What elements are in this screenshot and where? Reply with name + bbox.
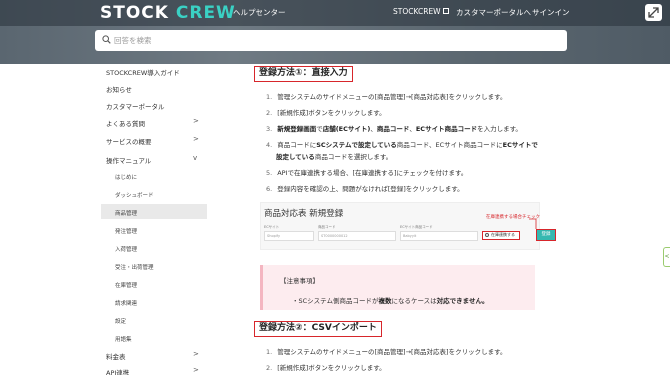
sidebar-subitem-inventory[interactable]: 在庫管理	[115, 281, 137, 289]
section-heading-direct-input: 登録方法①：直接入力	[254, 66, 353, 82]
sidebar-item-guide[interactable]: STOCKCREW導入ガイド	[106, 67, 180, 77]
logo[interactable]: STOCK CREW	[100, 3, 236, 23]
side-collapse-tab[interactable]: <	[663, 247, 670, 267]
sidebar-subitem-settings[interactable]: 設定	[115, 317, 126, 325]
screenshot-label-code: 商品コード	[318, 225, 336, 229]
step-3: 3. 新規登録画面で店舗(ECサイト)、商品コード、ECサイト商品コードを入力しま…	[266, 125, 522, 133]
sidebar-subitem-intro[interactable]: はじめに	[115, 173, 137, 181]
sidebar-item-manual[interactable]: 操作マニュアル	[106, 155, 151, 165]
sidebar-item-portal[interactable]: カスタマーポータル	[106, 101, 165, 111]
section-heading-csv-import: 登録方法②：CSVインポート	[254, 321, 382, 337]
chevron-right-icon: >	[193, 366, 199, 374]
screenshot-stock-sync-checkbox: 在庫連携する	[482, 231, 520, 240]
step-5: 5. APIで在庫連携する場合、[在庫連携する]にチェックを付けます。	[266, 169, 468, 177]
stockcrew-link[interactable]: STOCKCREW	[393, 7, 449, 16]
help-center-link[interactable]: ヘルプセンター	[233, 7, 286, 18]
search-input[interactable]	[114, 32, 554, 49]
chevron-right-icon: >	[193, 135, 199, 143]
step-1: 1. 管理システムのサイドメニューの[商品管理]→[商品対応表]をクリックします。	[266, 93, 507, 101]
caution-text: ・SCシステム側商品コードが複数になるケースは対応できません。	[292, 297, 489, 305]
caution-title: 【注意事項】	[280, 277, 319, 285]
sidebar-subitem-inbound[interactable]: 入荷管理	[115, 245, 137, 253]
csv-step-2: 2. [新規作成]ボタンをクリックします。	[266, 364, 386, 372]
search-bar[interactable]	[95, 30, 567, 51]
sidebar-item-overview[interactable]: サービスの概要	[106, 136, 152, 146]
chevron-right-icon: >	[193, 117, 199, 125]
step-2: 2. [新規作成]ボタンをクリックします。	[266, 109, 386, 117]
signin-link[interactable]: サインイン	[532, 7, 570, 18]
screenshot-label-ec-code: ECサイト商品コード	[400, 225, 433, 229]
screenshot-field-ec-code: Babyyit	[400, 231, 478, 241]
screenshot-field-ec: Shopify	[264, 231, 314, 241]
step-4-continued: 設定している商品コードを選択します。	[276, 153, 393, 161]
sidebar-subitem-orders[interactable]: 発注管理	[115, 227, 137, 235]
step-4: 4. 商品コードにSCシステムで設定している商品コード、ECサイト商品コードにEC…	[266, 141, 538, 149]
chevron-right-icon: >	[193, 350, 199, 358]
screenshot-title: 商品対応表 新規登録	[264, 209, 344, 219]
sidebar-item-api[interactable]: API連携	[106, 367, 129, 375]
external-link-icon	[442, 8, 449, 14]
expand-icon[interactable]	[645, 4, 662, 21]
sidebar-item-news[interactable]: お知らせ	[106, 84, 132, 94]
screenshot-register-button: 登録	[536, 229, 556, 241]
screenshot-label-ec: ECサイト	[264, 225, 280, 229]
sidebar-subitem-dashboard[interactable]: ダッシュボード	[115, 191, 154, 199]
sidebar-subitem-products[interactable]: 商品管理	[115, 209, 137, 217]
screenshot-field-code: ST0000000012	[318, 231, 396, 241]
sidebar-subitem-shipping[interactable]: 受注・出荷管理	[115, 263, 154, 271]
customer-portal-link[interactable]: カスタマーポータルへ	[456, 7, 531, 18]
sidebar-subitem-glossary[interactable]: 用語集	[115, 335, 132, 343]
sidebar-subitem-billing[interactable]: 請求関連	[115, 299, 137, 307]
sidebar-item-faq[interactable]: よくある質問	[106, 118, 145, 128]
checkbox-icon	[485, 233, 489, 237]
step-6: 6. 登録内容を確認の上、問題がなければ[登録]をクリックします。	[266, 185, 464, 193]
site-header: STOCK CREW ヘルプセンター STOCKCREW カスタマーポータルへ …	[0, 0, 670, 64]
search-icon	[102, 35, 111, 44]
chevron-down-icon: v	[193, 154, 198, 162]
csv-step-1: 1. 管理システムのサイドメニューの[商品管理]→[商品対応表]をクリックします。	[266, 348, 507, 356]
sidebar-item-pricing[interactable]: 料金表	[106, 351, 126, 361]
